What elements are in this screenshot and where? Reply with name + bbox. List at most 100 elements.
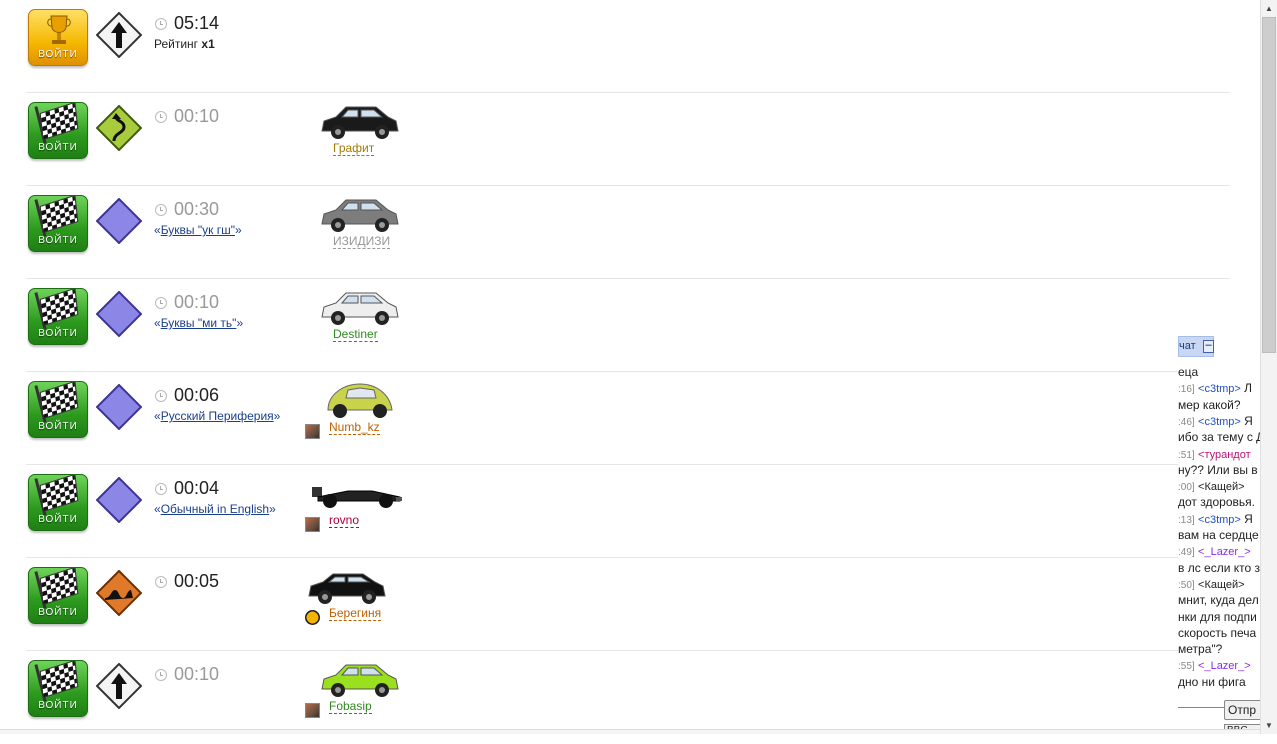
- white-minivan-icon: [318, 287, 400, 327]
- driver-name-link[interactable]: Графит: [333, 141, 375, 156]
- driver-name-link[interactable]: Fobasip: [329, 699, 372, 714]
- driver-name-link[interactable]: Numb_kz: [329, 420, 380, 435]
- scroll-down-arrow-icon[interactable]: ▼: [1261, 717, 1277, 734]
- clock-icon: [155, 576, 167, 588]
- quote-close: »: [269, 502, 276, 516]
- enter-button-label: ВОЙТИ: [38, 49, 78, 60]
- race-mode: «Русский Периферия»: [154, 409, 280, 423]
- game-row: ВОЙТИ 05:14 Рейтинг x1: [26, 0, 1230, 93]
- quote-close: »: [236, 316, 244, 330]
- chat-text: еца: [1178, 365, 1199, 379]
- chat-minimize-button[interactable]: –: [1203, 340, 1214, 353]
- race-timer: 00:05: [174, 571, 220, 591]
- enter-race-button[interactable]: ВОЙТИ: [28, 660, 88, 717]
- driver-name-link[interactable]: rovno: [329, 513, 360, 528]
- scroll-up-arrow-icon[interactable]: ▲: [1261, 0, 1277, 17]
- chat-nick[interactable]: <Кащей>: [1198, 481, 1245, 493]
- driver-name-link[interactable]: Берегиня: [329, 606, 382, 621]
- chat-text: мнит, куда дел: [1178, 593, 1259, 608]
- race-mode-link[interactable]: Буквы "ук гш": [161, 223, 235, 237]
- avatar-photo-icon: [305, 703, 320, 718]
- chat-text: нки для подпи: [1178, 609, 1257, 624]
- chat-timestamp: :16]: [1178, 384, 1195, 396]
- chat-panel: чат – еца:16] <c3tmp> Лмер какой?:46] <c…: [1178, 336, 1262, 734]
- quote-open: «: [154, 409, 161, 423]
- chat-text: ну?? Или вы в: [1178, 462, 1258, 477]
- chat-text: Я: [1240, 511, 1253, 526]
- race-mode-link[interactable]: Буквы "ми ть": [161, 316, 237, 330]
- chat-timestamp: :13]: [1178, 514, 1195, 526]
- checkered-flag-icon: [39, 661, 79, 699]
- enter-button-label: ВОЙТИ: [38, 607, 78, 618]
- purple-diamond-sign-icon: [95, 383, 143, 431]
- checkered-flag-icon: [39, 568, 79, 606]
- formula-car-icon: [308, 473, 402, 513]
- chat-nick[interactable]: <c3tmp>: [1198, 383, 1241, 395]
- chat-text: вам на сердце: [1178, 528, 1259, 542]
- quote-open: «: [154, 502, 161, 516]
- purple-diamond-sign-icon: [95, 476, 143, 524]
- chat-header-label: чат: [1179, 340, 1196, 352]
- arrow-up-sign-icon: [95, 11, 143, 59]
- page-scrollbar[interactable]: ▲ ▼: [1260, 0, 1277, 734]
- chat-text: дот здоровья.: [1178, 495, 1255, 510]
- chat-nick[interactable]: <c3tmp>: [1198, 416, 1241, 428]
- race-mode: «Буквы "ук гш"»: [154, 223, 242, 237]
- race-timer: 00:06: [174, 385, 220, 405]
- clock-icon: [155, 390, 167, 402]
- chat-send-button[interactable]: Отпр: [1224, 700, 1262, 720]
- enter-race-button[interactable]: ВОЙТИ: [28, 195, 88, 252]
- avatar-photo-icon: [305, 424, 320, 439]
- chat-nick[interactable]: <c3tmp>: [1198, 514, 1241, 526]
- chat-message-line: :55] <_Lazer_>: [1178, 658, 1251, 674]
- game-row: ВОЙТИ 00:30 «Буквы "ук гш"» ИЗИДИЗИ: [26, 186, 1230, 279]
- enter-race-button[interactable]: ВОЙТИ: [28, 474, 88, 531]
- enter-race-button[interactable]: ВОЙТИ: [28, 9, 88, 66]
- rating-label: Рейтинг: [154, 37, 202, 51]
- chat-text: Л: [1240, 381, 1253, 396]
- chat-input[interactable]: [1178, 707, 1224, 708]
- driver-name-link[interactable]: ИЗИДИЗИ: [333, 234, 391, 249]
- chat-timestamp: :00]: [1178, 482, 1195, 494]
- chat-timestamp: :55]: [1178, 661, 1195, 673]
- clock-icon: [155, 483, 167, 495]
- chat-message-line: скорость печа: [1178, 626, 1256, 640]
- chat-message-line: :16] <c3tmp> Л: [1178, 381, 1252, 397]
- lime-hatchback-icon: [318, 659, 400, 699]
- race-timer: 00:10: [174, 106, 220, 126]
- chat-nick[interactable]: <_Lazer_>: [1198, 546, 1251, 558]
- race-mode: «Буквы "ми ть"»: [154, 316, 243, 330]
- enter-button-label: ВОЙТИ: [38, 328, 78, 339]
- race-timer: 05:14: [174, 13, 220, 33]
- chat-message-line: вам на сердце: [1178, 528, 1259, 542]
- chat-text: Я: [1240, 413, 1253, 428]
- bottom-strip: [0, 729, 1260, 734]
- chat-message-line: :49] <_Lazer_>: [1178, 544, 1251, 560]
- enter-race-button[interactable]: ВОЙТИ: [28, 567, 88, 624]
- race-timer: 00:10: [174, 292, 220, 312]
- chat-header[interactable]: чат –: [1178, 336, 1214, 357]
- purple-diamond-sign-icon: [95, 197, 143, 245]
- chat-text: в лс если кто з: [1178, 560, 1261, 575]
- enter-button-label: ВОЙТИ: [38, 514, 78, 525]
- race-mode-link[interactable]: Обычный in English: [161, 502, 269, 516]
- chat-message-line: дот здоровья.: [1178, 495, 1255, 509]
- chat-nick[interactable]: <Кащей>: [1198, 579, 1245, 591]
- quote-open: «: [154, 316, 161, 330]
- enter-race-button[interactable]: ВОЙТИ: [28, 102, 88, 159]
- enter-race-button[interactable]: ВОЙТИ: [28, 381, 88, 438]
- driver-name-link[interactable]: Destiner: [333, 327, 378, 342]
- chat-nick[interactable]: <_Lazer_>: [1198, 660, 1251, 672]
- chat-message-line: мнит, куда дел: [1178, 593, 1259, 607]
- enter-race-button[interactable]: ВОЙТИ: [28, 288, 88, 345]
- chat-message-line: ну?? Или вы в: [1178, 463, 1258, 477]
- game-row: ВОЙТИ 00:04 «Обычный in English» rovno: [26, 465, 1230, 558]
- rating-value: x1: [201, 37, 215, 51]
- game-row: ВОЙТИ 00:05 Берегиня: [26, 558, 1230, 651]
- chat-text: дно ни фига: [1178, 674, 1246, 689]
- enter-button-label: ВОЙТИ: [38, 421, 78, 432]
- scroll-thumb[interactable]: [1262, 17, 1276, 353]
- race-mode-link[interactable]: Русский Периферия: [161, 409, 274, 423]
- avatar-badge-icon: [305, 610, 320, 625]
- chat-nick[interactable]: <турандот: [1198, 449, 1251, 461]
